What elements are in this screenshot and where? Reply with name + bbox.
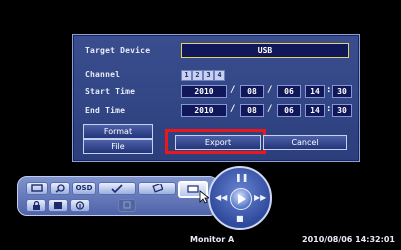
start-month-field[interactable]: 08 <box>240 85 264 98</box>
check-icon[interactable] <box>98 182 136 195</box>
play-icon[interactable] <box>230 188 252 210</box>
end-day-field[interactable]: 06 <box>277 104 301 117</box>
cancel-button[interactable]: Cancel <box>263 135 347 150</box>
start-date-separator-1: / <box>230 85 236 95</box>
start-date-separator-2: / <box>267 85 273 95</box>
target-device-label: Target Device <box>85 46 151 55</box>
playback-wheel: ❚❚ ◀◀ ▶▶ ■ <box>208 166 272 230</box>
target-device-select[interactable]: USB <box>181 43 349 58</box>
file-button[interactable]: File <box>83 139 153 154</box>
end-time-label: End Time <box>85 106 126 115</box>
channel-2-button[interactable]: 2 <box>192 70 203 81</box>
end-year-field[interactable]: 2010 <box>181 104 227 117</box>
start-time-separator: : <box>326 85 332 95</box>
end-time-separator: : <box>326 104 332 114</box>
fullscreen-icon[interactable] <box>26 182 48 195</box>
stop-icon[interactable]: ■ <box>236 215 244 223</box>
start-minute-field[interactable]: 30 <box>332 85 352 98</box>
rewind-icon[interactable]: ◀◀ <box>215 194 227 202</box>
end-date-separator-1: / <box>230 104 236 114</box>
end-minute-field[interactable]: 30 <box>332 104 352 117</box>
start-hour-field[interactable]: 14 <box>305 85 325 98</box>
channel-4-button[interactable]: 4 <box>214 70 225 81</box>
info-icon[interactable] <box>70 199 90 212</box>
settings-icon[interactable] <box>138 182 176 195</box>
end-hour-field[interactable]: 14 <box>305 104 325 117</box>
channel-3-button[interactable]: 3 <box>203 70 214 81</box>
dvr-monitor-screen: Target Device USB Channel 1 2 3 4 Start … <box>0 0 401 250</box>
start-year-field[interactable]: 2010 <box>181 85 227 98</box>
fast-forward-icon[interactable]: ▶▶ <box>254 194 266 202</box>
multiscreen-icon[interactable] <box>48 199 68 212</box>
start-day-field[interactable]: 06 <box>277 85 301 98</box>
lock-icon[interactable] <box>26 199 46 212</box>
status-datetime: 2010/08/06 14:32:01 <box>302 235 395 244</box>
mouse-cursor-icon <box>199 190 209 204</box>
format-button[interactable]: Format <box>83 124 153 139</box>
pause-icon[interactable]: ❚❚ <box>235 174 248 182</box>
osd-icon[interactable]: OSD <box>72 182 96 195</box>
display-icon[interactable] <box>118 199 136 212</box>
export-dialog: Target Device USB Channel 1 2 3 4 Start … <box>72 34 360 162</box>
start-time-label: Start Time <box>85 87 136 96</box>
export-button[interactable]: Export <box>175 135 261 150</box>
channel-1-button[interactable]: 1 <box>181 70 192 81</box>
bottom-toolbar: OSD <box>17 176 219 216</box>
monitor-label: Monitor A <box>190 235 235 244</box>
channel-label: Channel <box>85 70 121 79</box>
end-month-field[interactable]: 08 <box>240 104 264 117</box>
end-date-separator-2: / <box>267 104 273 114</box>
zoom-icon[interactable] <box>50 182 70 195</box>
